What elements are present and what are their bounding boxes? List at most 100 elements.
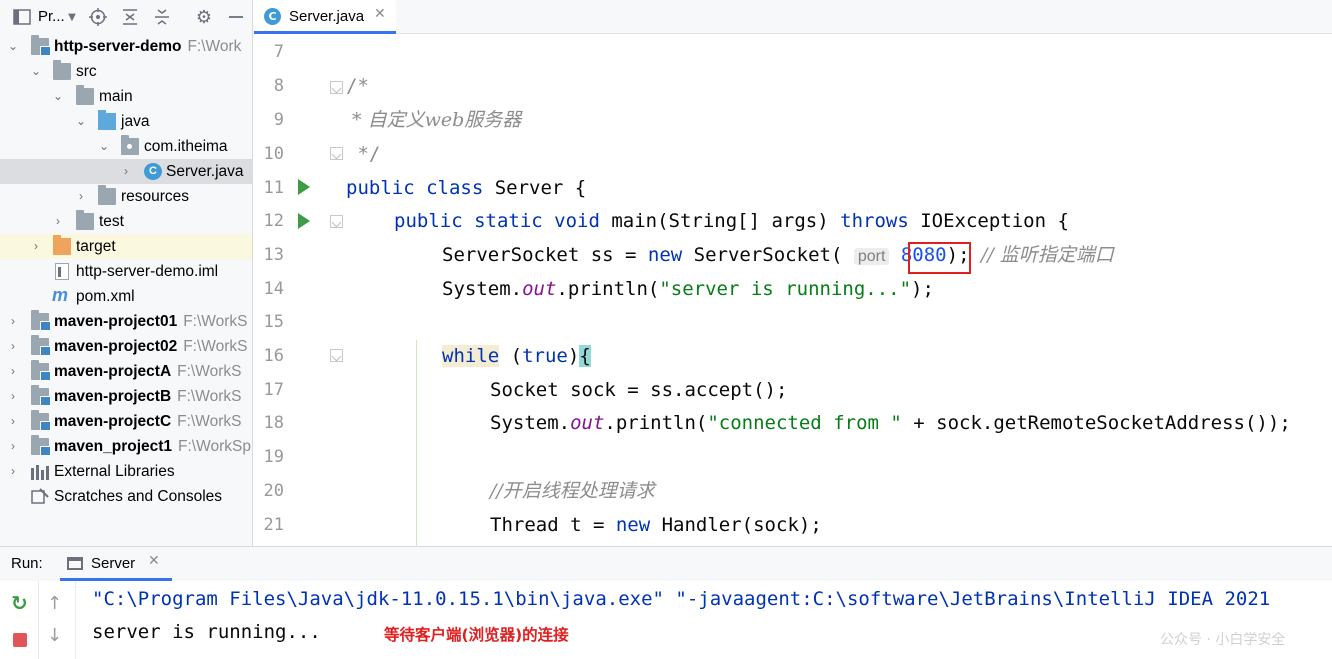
project-view-selector[interactable]: Pr...: [38, 8, 65, 25]
project-toolbar: Pr... ▼ ⚙: [0, 0, 252, 34]
code-text: Thread t =: [490, 514, 616, 536]
tree-item-label: java: [121, 113, 150, 130]
tree-item-src[interactable]: ⌄ src: [0, 59, 252, 84]
project-view-icon[interactable]: [12, 7, 32, 27]
code-line-8: /*: [346, 75, 369, 97]
tree-item-resources[interactable]: › resources: [0, 184, 252, 209]
module-folder-icon: [31, 335, 51, 356]
chevron-down-icon[interactable]: ⌄: [6, 37, 20, 55]
chevron-right-icon[interactable]: ›: [6, 337, 20, 355]
chevron-right-icon[interactable]: ›: [29, 237, 43, 255]
keyword: public static void: [394, 210, 600, 232]
arrow-up-icon[interactable]: ↑: [47, 593, 62, 614]
tree-item-path: F:\WorkS: [183, 338, 248, 355]
line-number: 20: [263, 481, 284, 501]
keyword: new: [647, 244, 683, 266]
tree-item-maven-project1[interactable]: › maven_project1 F:\WorkSp: [0, 434, 252, 459]
chevron-right-icon[interactable]: ›: [6, 312, 20, 330]
chevron-down-icon[interactable]: ⌄: [97, 137, 111, 155]
code-line-16: while (true){: [442, 339, 591, 373]
code-text: (: [499, 345, 523, 367]
source-folder-icon: [98, 110, 116, 130]
code-line-13: ServerSocket ss = new ServerSocket( port…: [442, 238, 1114, 272]
chevron-down-icon[interactable]: ⌄: [29, 62, 43, 80]
tree-item-main[interactable]: ⌄ main: [0, 84, 252, 109]
code-line-14: System.out.println("server is running...…: [442, 272, 934, 306]
chevron-down-icon[interactable]: ⌄: [51, 87, 65, 105]
tree-item-path: F:\WorkS: [177, 388, 242, 405]
line-number: 7: [273, 42, 284, 62]
stop-icon[interactable]: [13, 633, 27, 647]
project-panel: Pr... ▼ ⚙ ⌄ http-server-demo F:\Work ⌄ sr…: [0, 0, 253, 546]
tree-item-maven-projectA[interactable]: › maven-projectA F:\WorkS: [0, 359, 252, 384]
fold-icon[interactable]: [330, 147, 343, 160]
close-icon[interactable]: ✕: [148, 553, 160, 569]
excluded-folder-icon: [53, 235, 71, 255]
console-command-line: "C:\Program Files\Java\jdk-11.0.15.1\bin…: [92, 588, 1271, 610]
tree-item-scratches[interactable]: Scratches and Consoles: [0, 484, 252, 509]
tree-item-package[interactable]: ⌄ com.itheima: [0, 134, 252, 159]
chevron-right-icon[interactable]: ›: [6, 362, 20, 380]
chevron-right-icon[interactable]: ›: [119, 162, 133, 180]
code-line-17: Socket sock = ss.accept();: [490, 379, 788, 401]
chevron-right-icon[interactable]: ›: [6, 462, 20, 480]
tab-label: Server.java: [289, 8, 365, 25]
folder-icon: [76, 210, 94, 230]
chevron-right-icon[interactable]: ›: [6, 437, 20, 455]
tree-item-maven-project01[interactable]: › maven-project01 F:\WorkS: [0, 309, 252, 334]
fold-icon[interactable]: [330, 349, 343, 362]
fold-icon[interactable]: [330, 81, 343, 94]
chevron-down-icon[interactable]: ▼: [62, 7, 82, 27]
line-number: 13: [263, 245, 284, 265]
run-gutter-icon[interactable]: [298, 213, 310, 229]
code-line-18: System.out.println("connected from " + s…: [490, 406, 1291, 440]
tree-item-external-libraries[interactable]: › External Libraries: [0, 459, 252, 484]
tree-item-path: F:\WorkS: [183, 313, 248, 330]
fold-icon[interactable]: [330, 215, 343, 228]
arrow-down-icon[interactable]: ↓: [47, 625, 62, 646]
tab-server-java[interactable]: C Server.java ✕: [254, 0, 396, 34]
chevron-right-icon[interactable]: ›: [6, 387, 20, 405]
code-area[interactable]: /* * 自定义web服务器 */ public class Server { …: [346, 34, 1332, 546]
close-icon[interactable]: ✕: [374, 6, 386, 22]
code-text: ): [567, 345, 580, 367]
tree-item-java[interactable]: ⌄ java: [0, 109, 252, 134]
string: "server is running...": [659, 278, 912, 300]
tree-item-maven-projectC[interactable]: › maven-projectC F:\WorkS: [0, 409, 252, 434]
run-tab-server[interactable]: Server ✕: [60, 547, 172, 581]
expand-all-icon[interactable]: [120, 7, 140, 27]
line-number: 18: [263, 413, 284, 433]
tree-item-http-server-demo[interactable]: ⌄ http-server-demo F:\Work: [0, 34, 252, 59]
tree-item-server-java[interactable]: › C Server.java: [0, 159, 252, 184]
tree-item-label: src: [76, 63, 97, 80]
chevron-right-icon[interactable]: ›: [74, 187, 88, 205]
rerun-icon[interactable]: ↻: [11, 593, 31, 613]
minimize-icon[interactable]: [226, 7, 246, 27]
code-text: .println(: [604, 412, 708, 434]
chevron-right-icon[interactable]: ›: [6, 412, 20, 430]
tree-item-label: http-server-demo: [54, 38, 182, 55]
tree-item-maven-projectB[interactable]: › maven-projectB F:\WorkS: [0, 384, 252, 409]
tree-item-pom[interactable]: m pom.xml: [0, 284, 252, 309]
locate-icon[interactable]: [88, 7, 108, 27]
line-number: 11: [263, 178, 284, 198]
code-text: IOException {: [908, 210, 1069, 232]
indent-guide: [416, 340, 417, 546]
keyword: true: [522, 345, 568, 367]
module-folder-icon: [31, 435, 51, 456]
gear-icon[interactable]: ⚙: [194, 7, 214, 28]
chevron-down-icon[interactable]: ⌄: [74, 112, 88, 130]
run-gutter-icon[interactable]: [298, 179, 310, 195]
tree-item-label: maven-projectA: [54, 363, 172, 380]
tree-item-target[interactable]: › target: [0, 234, 252, 259]
java-class-icon: C: [144, 163, 162, 180]
run-panel: Run: Server ✕ ↻ ↑ ↓ "C:\Program Files\Ja…: [0, 546, 1332, 659]
collapse-all-icon[interactable]: [152, 7, 172, 27]
tree-item-test[interactable]: › test: [0, 209, 252, 234]
tree-item-iml[interactable]: http-server-demo.iml: [0, 259, 252, 284]
tree-item-path: F:\WorkS: [177, 363, 242, 380]
keyword: while: [442, 345, 500, 367]
tree-item-maven-project02[interactable]: › maven-project02 F:\WorkS: [0, 334, 252, 359]
chevron-right-icon[interactable]: ›: [51, 212, 65, 230]
divider: [38, 581, 39, 659]
